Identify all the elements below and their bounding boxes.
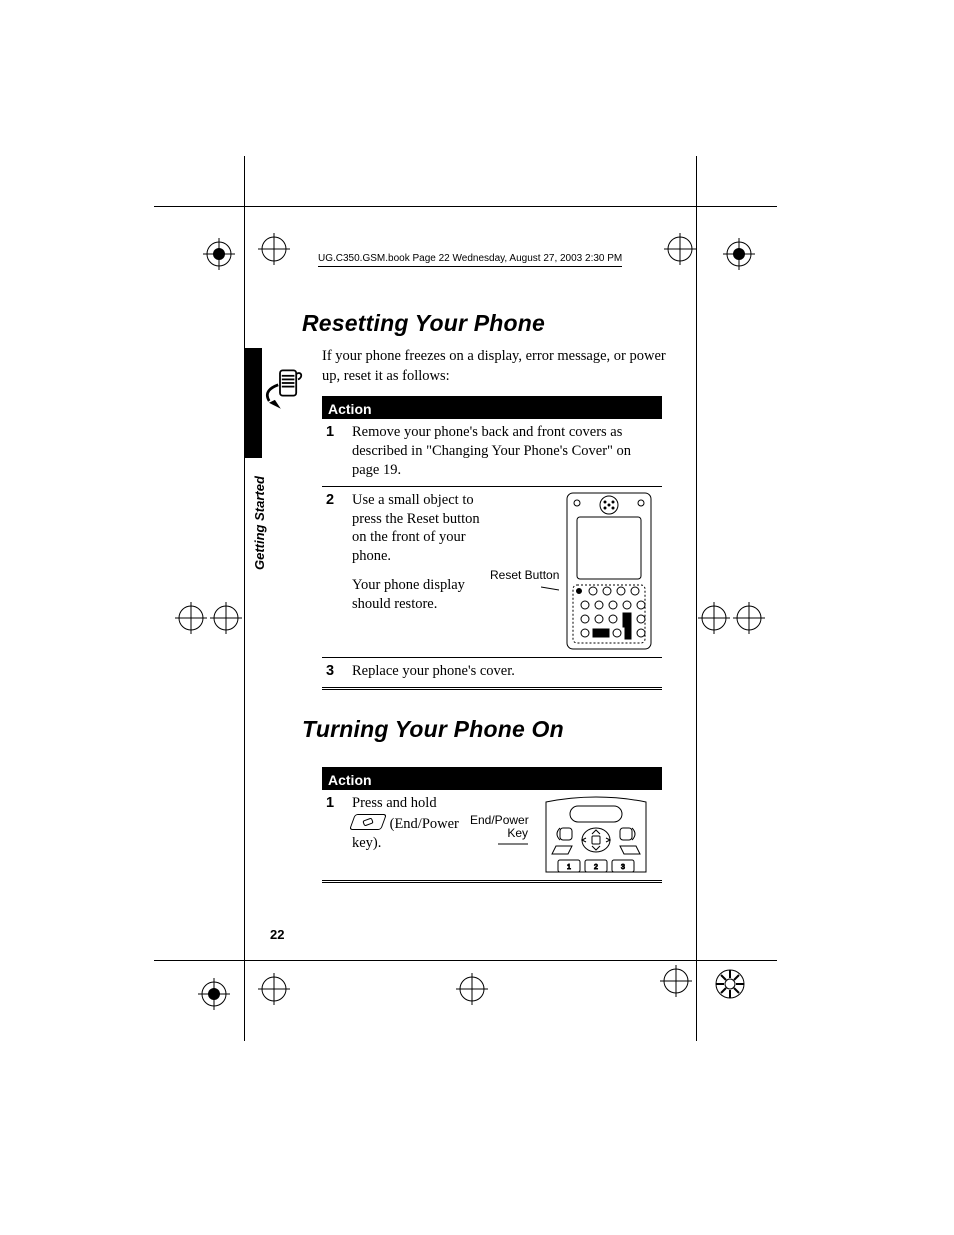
crop-line <box>244 961 245 1041</box>
step-text: Press and hold (End/Power key). <box>352 794 462 854</box>
table-row: 3 Replace your phone's cover. <box>322 657 662 688</box>
step-text: Remove your phone's back and front cover… <box>348 419 662 486</box>
phone-board-illustration <box>563 491 655 651</box>
svg-text:3: 3 <box>621 864 625 871</box>
end-key-icon <box>349 814 387 830</box>
step-content: Press and hold (End/Power key). End/Powe… <box>348 790 662 882</box>
svg-text:1: 1 <box>567 864 571 871</box>
sidebar-section-label: Getting Started <box>252 476 267 570</box>
action-header: Action <box>322 398 662 420</box>
crop-line <box>154 206 244 207</box>
step-content: Use a small object to press the Reset bu… <box>348 486 662 657</box>
step-number: 1 <box>322 790 348 882</box>
action-header: Action <box>322 768 662 790</box>
step-text: Use a small object to press the Reset bu… <box>352 491 482 566</box>
table-row: 1 Press and hold (End/Power key). End/Po… <box>322 790 662 882</box>
running-header: UG.C350.GSM.book Page 22 Wednesday, Augu… <box>318 253 622 267</box>
action-table-poweron: Action 1 Press and hold (End/Power key).… <box>322 767 662 883</box>
registration-mark-br <box>660 965 692 997</box>
crop-line <box>697 960 777 961</box>
crop-line <box>697 206 777 207</box>
registration-mark-tl <box>203 238 235 270</box>
registration-mark-ml2 <box>210 602 242 634</box>
page-number: 22 <box>270 927 284 942</box>
action-table-reset: Action 1 Remove your phone's back and fr… <box>322 396 662 689</box>
step-number: 3 <box>322 657 348 688</box>
intro-text: If your phone freezes on a display, erro… <box>322 347 669 386</box>
step-number: 1 <box>322 419 348 486</box>
heading-turning-on: Turning Your Phone On <box>302 716 669 743</box>
registration-mark-tr2 <box>723 238 755 270</box>
registration-mark-ml <box>175 602 207 634</box>
phone-doodle-icon <box>262 365 307 410</box>
registration-mark-bl <box>198 978 230 1010</box>
callout-label: End/Power Key <box>470 814 528 848</box>
svg-text:2: 2 <box>594 864 598 871</box>
phone-top-illustration: 1 2 3 <box>536 794 656 874</box>
heading-resetting: Resetting Your Phone <box>302 310 669 337</box>
crop-line <box>696 961 697 1041</box>
step-number: 2 <box>322 486 348 657</box>
crop-line <box>154 960 244 961</box>
crop-line <box>244 156 245 206</box>
registration-mark-mr <box>698 602 730 634</box>
crop-line <box>696 156 697 206</box>
table-row: 1 Remove your phone's back and front cov… <box>322 419 662 486</box>
registration-mark-bc <box>456 973 488 1005</box>
step-text: Replace your phone's cover. <box>348 657 662 688</box>
registration-mark-mr2 <box>733 602 765 634</box>
step-text: Your phone display should restore. <box>352 576 482 614</box>
registration-mark-br2 <box>714 968 746 1000</box>
callout-label: Reset Button <box>490 569 559 592</box>
thumb-tab <box>244 348 262 458</box>
registration-mark-bl2 <box>258 973 290 1005</box>
table-row: 2 Use a small object to press the Reset … <box>322 486 662 657</box>
